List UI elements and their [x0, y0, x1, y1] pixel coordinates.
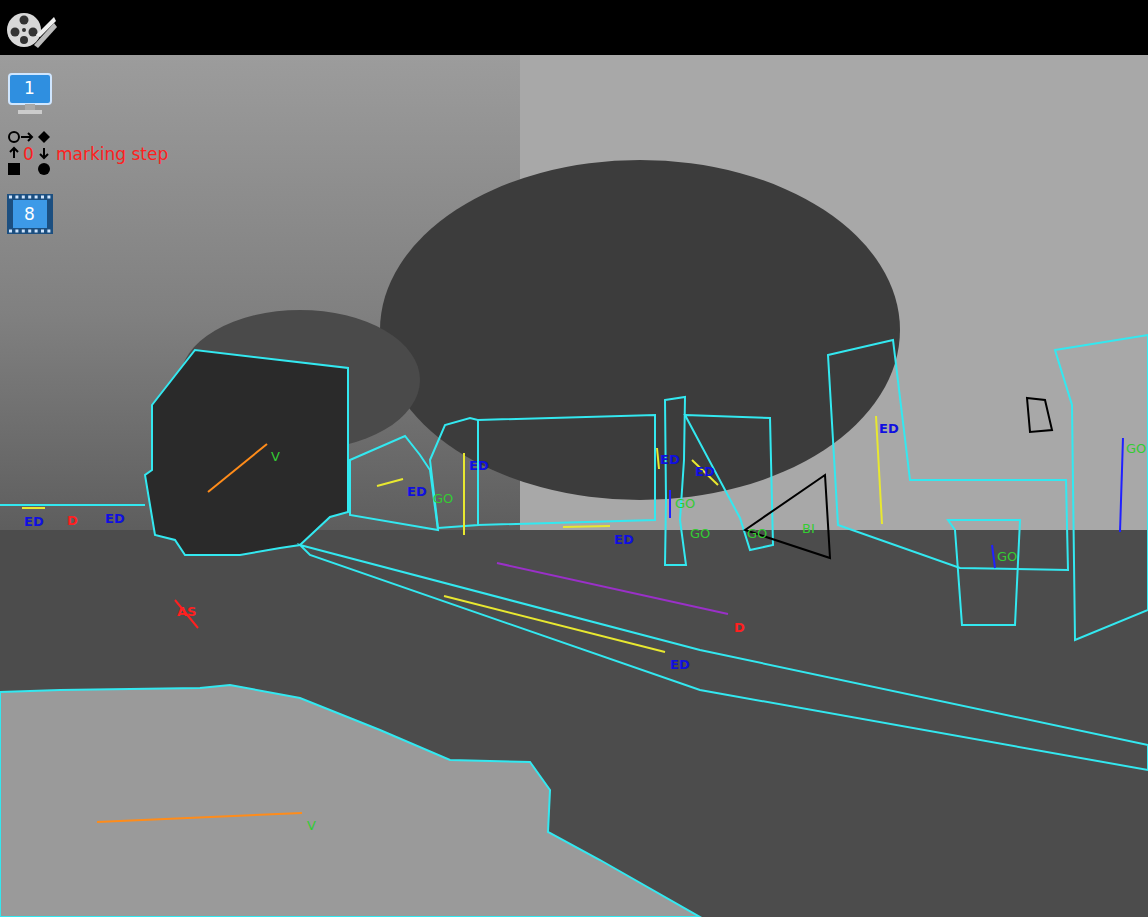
annotation-label[interactable]: ED	[614, 532, 634, 547]
annotation-line[interactable]	[22, 507, 45, 509]
annotation-label[interactable]: ED	[24, 514, 44, 529]
annotation-line[interactable]	[1120, 438, 1123, 532]
box-outline[interactable]	[745, 475, 830, 558]
annotation-label[interactable]: ED	[407, 484, 427, 499]
annotation-line[interactable]	[444, 596, 665, 652]
segment-outline[interactable]	[1055, 335, 1148, 640]
annotation-label[interactable]: GO	[675, 496, 695, 511]
annotation-label[interactable]: V	[271, 449, 280, 464]
annotation-label[interactable]: GO	[747, 526, 767, 541]
annotation-label[interactable]: GO	[433, 491, 453, 506]
annotation-label[interactable]: GO	[690, 526, 710, 541]
segment-outline[interactable]	[478, 415, 655, 525]
annotation-overlay	[0, 55, 1148, 917]
segment-outline[interactable]	[0, 685, 700, 917]
annotation-line[interactable]	[175, 600, 198, 628]
road-area	[0, 530, 1148, 917]
annotation-label[interactable]: ED	[660, 452, 680, 467]
annotation-line[interactable]	[692, 460, 718, 485]
film-reel-logo-icon[interactable]	[4, 5, 58, 51]
monitor-tool[interactable]: 1	[6, 70, 168, 118]
annotation-line[interactable]	[669, 490, 671, 518]
annotation-line[interactable]	[657, 448, 659, 469]
truck-area	[145, 350, 348, 555]
box-outline[interactable]	[1027, 398, 1052, 432]
annotation-line[interactable]	[992, 545, 995, 568]
segment-outline[interactable]	[350, 436, 438, 530]
annotation-label[interactable]: ED	[695, 464, 715, 479]
annotation-label[interactable]: D	[67, 513, 78, 528]
marking-step-tool[interactable]: 0marking step	[6, 130, 168, 178]
annotation-line[interactable]	[208, 444, 267, 492]
segment-outline[interactable]	[685, 415, 773, 550]
segment-outline[interactable]	[948, 520, 1020, 625]
annotation-label[interactable]: BI	[802, 521, 815, 536]
video-frame-canvas[interactable]: V V ED D ED AS ED GO ED ED ED GO GO ED GO BI D ED ED GO GO 1 0…	[0, 55, 1148, 917]
segment-outline[interactable]	[0, 504, 145, 506]
segment-outline[interactable]	[665, 397, 686, 565]
annotation-label[interactable]: ED	[879, 421, 899, 436]
annotation-label[interactable]: ED	[670, 657, 690, 672]
annotation-app: V V ED D ED AS ED GO ED ED ED GO GO ED GO BI D ED ED GO GO 1 0…	[0, 0, 1148, 917]
annotation-label[interactable]: AS	[177, 604, 196, 619]
frame-tool[interactable]: 8	[6, 190, 168, 238]
segment-outline[interactable]	[828, 340, 1068, 570]
annotation-line[interactable]	[463, 453, 465, 535]
step-label: marking step	[56, 144, 168, 164]
side-toolbar: 1 0marking step 8	[6, 70, 168, 238]
annotation-label[interactable]: V	[307, 818, 316, 833]
hood-area	[0, 685, 700, 917]
annotation-line[interactable]	[497, 563, 728, 614]
annotation-label[interactable]: GO	[1126, 441, 1146, 456]
annotation-label[interactable]: D	[734, 620, 745, 635]
annotation-line[interactable]	[377, 479, 403, 486]
tree-area	[380, 160, 900, 500]
annotation-label[interactable]: ED	[105, 511, 125, 526]
annotation-line[interactable]	[563, 526, 610, 527]
segment-outline[interactable]	[300, 545, 1148, 770]
segment-outline[interactable]	[145, 350, 348, 555]
annotation-line[interactable]	[97, 813, 302, 822]
segment-outline[interactable]	[430, 418, 478, 528]
annotation-label[interactable]: GO	[997, 549, 1017, 564]
top-bar	[0, 0, 1148, 55]
annotation-label[interactable]: ED	[469, 458, 489, 473]
